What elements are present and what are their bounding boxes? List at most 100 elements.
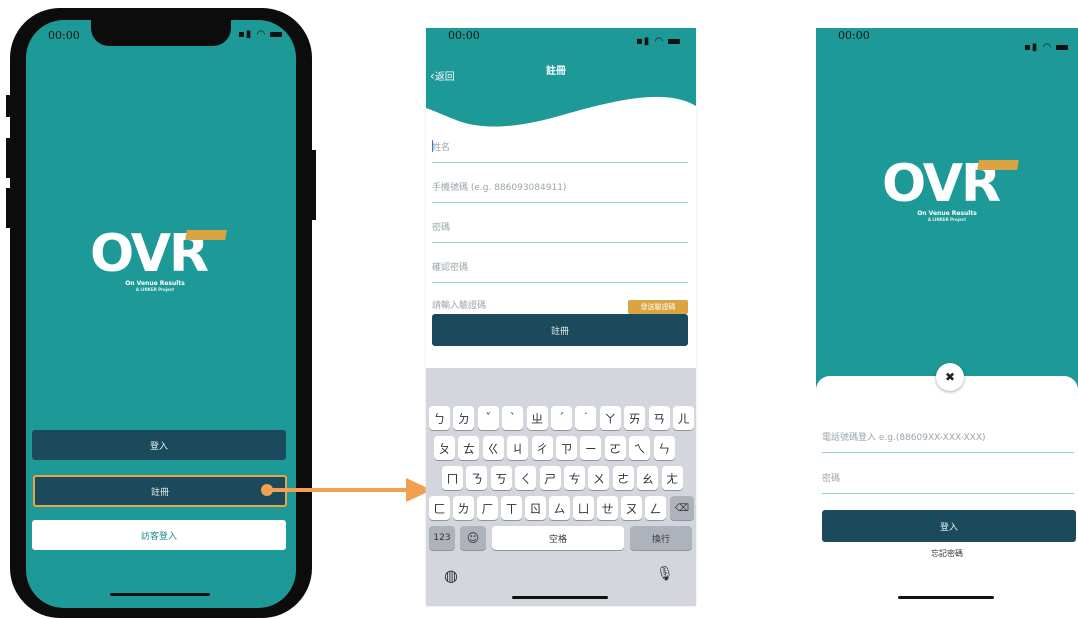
status-icons: ▪▮ ◠ <box>1024 42 1069 53</box>
signal-icon: ▪▮ <box>1024 42 1039 53</box>
keyboard-key[interactable]: ㄏ <box>477 496 498 520</box>
register-submit-button[interactable]: 註冊 <box>432 314 688 346</box>
wifi-icon: ◠ <box>1042 42 1053 53</box>
keyboard-key[interactable]: ㄝ <box>597 496 618 520</box>
guest-login-button[interactable]: 訪客登入 <box>32 520 286 550</box>
battery-icon <box>1056 45 1069 50</box>
keyboard-key[interactable]: ㄖ <box>525 496 546 520</box>
status-icons: ▪▮ ◠ <box>238 29 283 40</box>
keyboard-key[interactable]: ㄐ <box>507 436 529 460</box>
close-icon[interactable]: ✖ <box>936 363 964 391</box>
keyboard-key[interactable]: ㄑ <box>515 466 537 490</box>
status-time: 00:00 <box>838 29 870 42</box>
numbers-key[interactable]: 123 <box>429 526 455 550</box>
confirm-password-field[interactable]: 確認密碼 <box>432 260 688 283</box>
keyboard-key[interactable]: ㄛ <box>604 436 626 460</box>
back-button[interactable]: ‹返回 <box>430 68 455 83</box>
keyboard-key[interactable]: ㄜ <box>612 466 634 490</box>
page-title: 註冊 <box>546 66 566 77</box>
phone-1-screen: 00:00 ▪▮ ◠ OVR On Venue Results A LINKER… <box>26 20 296 608</box>
home-indicator <box>110 593 210 596</box>
phone-field[interactable]: 手機號碼 (e.g. 886093084911) <box>432 180 688 203</box>
keyboard-key[interactable]: ㄘ <box>564 466 585 490</box>
keyboard-key[interactable]: ㄋ <box>466 466 488 490</box>
keyboard-key[interactable]: ㄉ <box>453 406 475 430</box>
battery-icon <box>270 32 283 37</box>
keyboard-key[interactable]: ㄚ <box>599 406 621 430</box>
keyboard-key[interactable]: ㄆ <box>434 436 455 460</box>
signal-icon: ▪▮ <box>238 29 253 40</box>
wifi-icon: ◠ <box>654 36 665 47</box>
logo-subtag: A LINKER Project <box>927 217 967 223</box>
return-key[interactable]: 換行 <box>630 526 692 550</box>
phone-2-screen: 00:00 ▪▮ ◠ ‹返回 註冊 姓名 手機號碼 (e.g. 88609308… <box>426 28 696 606</box>
keyboard-key[interactable]: ㄧ <box>580 436 602 460</box>
login-button[interactable]: 登入 <box>32 430 286 460</box>
keyboard-key[interactable]: ㄡ <box>621 496 642 520</box>
home-indicator <box>898 596 994 599</box>
keyboard-key[interactable]: ˇ <box>477 406 499 430</box>
keyboard-key[interactable]: ㄥ <box>645 496 666 520</box>
name-field[interactable]: 姓名 <box>432 140 688 163</box>
side-button <box>6 138 11 178</box>
backspace-icon[interactable]: ⌫ <box>670 496 694 520</box>
logo-subtag: A LINKER Project <box>135 287 175 293</box>
logo-flag <box>977 160 1019 170</box>
keyboard-key[interactable]: ㄎ <box>490 466 512 490</box>
keyboard-key[interactable]: ˙ <box>575 406 597 430</box>
flow-arrow <box>261 478 432 502</box>
keyboard-key[interactable]: ㄔ <box>531 436 553 460</box>
ovr-logo: OVR On Venue Results A LINKER Project <box>90 228 230 292</box>
password-field[interactable]: 密碼 <box>432 220 688 243</box>
signal-icon: ▪▮ <box>636 36 651 47</box>
keyboard-key[interactable]: ㄊ <box>458 436 480 460</box>
zhuyin-keyboard: ㄅㄉ ˇ ˋ ㄓ ˊ ˙ ㄚㄞㄢㄦㄆㄊㄍㄐㄔㄗㄧㄛㄟㄣㄇㄋㄎㄑㄕㄘㄨㄜㄠㄤㄈㄌㄏㄒㄖㄙㄩㄝㄡ… <box>426 368 696 606</box>
keyboard-key[interactable]: ㄣ <box>653 436 675 460</box>
status-time: 00:00 <box>448 29 480 42</box>
password-field[interactable]: 密碼 <box>822 471 1074 494</box>
keyboard-key[interactable]: ㄠ <box>637 466 659 490</box>
keyboard-key[interactable]: ㄈ <box>429 496 450 520</box>
keyboard-key[interactable]: ㄟ <box>629 436 651 460</box>
keyboard-key[interactable]: ㄌ <box>453 496 474 520</box>
keyboard-key[interactable]: ㄞ <box>624 406 646 430</box>
side-button <box>311 150 316 220</box>
keyboard-key[interactable]: ㄨ <box>588 466 610 490</box>
logo-flag <box>185 230 227 240</box>
side-button <box>6 188 11 228</box>
phone-login-field[interactable]: 電話號碼登入 e.g.(88609XX-XXX-XXX) <box>822 430 1074 453</box>
register-button[interactable]: 註冊 <box>33 475 287 507</box>
keyboard-key[interactable]: ㄒ <box>501 496 522 520</box>
keyboard-key[interactable]: ˋ <box>502 406 524 430</box>
phone-3-screen: 00:00 ▪▮ ◠ OVR On Venue Results A LINKER… <box>816 28 1078 606</box>
keyboard-key[interactable]: ˊ <box>551 406 572 430</box>
keyboard-key[interactable]: ㄍ <box>482 436 504 460</box>
keyboard-key[interactable]: ㄙ <box>549 496 570 520</box>
text-cursor <box>432 140 433 152</box>
globe-icon[interactable]: ◍ <box>444 566 458 585</box>
keyboard-key[interactable]: ㄇ <box>442 466 463 490</box>
wifi-icon: ◠ <box>256 29 267 40</box>
space-key[interactable]: 空格 <box>492 526 624 550</box>
keyboard-key[interactable]: ㄤ <box>661 466 683 490</box>
keyboard-key[interactable]: ㄢ <box>648 406 670 430</box>
notch <box>91 20 231 46</box>
forgot-password-link[interactable]: 忘記密碼 <box>816 548 1078 559</box>
send-code-button[interactable]: 發送驗證碼 <box>628 300 688 314</box>
keyboard-key[interactable]: ㄅ <box>429 406 450 430</box>
keyboard-key[interactable]: ㄦ <box>673 406 694 430</box>
battery-icon <box>668 39 681 44</box>
keyboard-key[interactable]: ㄕ <box>539 466 561 490</box>
emoji-icon[interactable]: ☺ <box>460 526 486 550</box>
back-label: 返回 <box>434 72 455 83</box>
ovr-logo: OVR On Venue Results A LINKER Project <box>882 158 1022 222</box>
login-button[interactable]: 登入 <box>822 510 1076 542</box>
status-icons: ▪▮ ◠ <box>636 36 681 47</box>
microphone-icon[interactable]: 🎙 <box>656 566 674 582</box>
status-time: 00:00 <box>48 29 80 42</box>
home-indicator <box>512 596 608 599</box>
keyboard-key[interactable]: ㄓ <box>526 406 548 430</box>
keyboard-key[interactable]: ㄗ <box>556 436 577 460</box>
side-button <box>6 95 11 117</box>
keyboard-key[interactable]: ㄩ <box>573 496 594 520</box>
